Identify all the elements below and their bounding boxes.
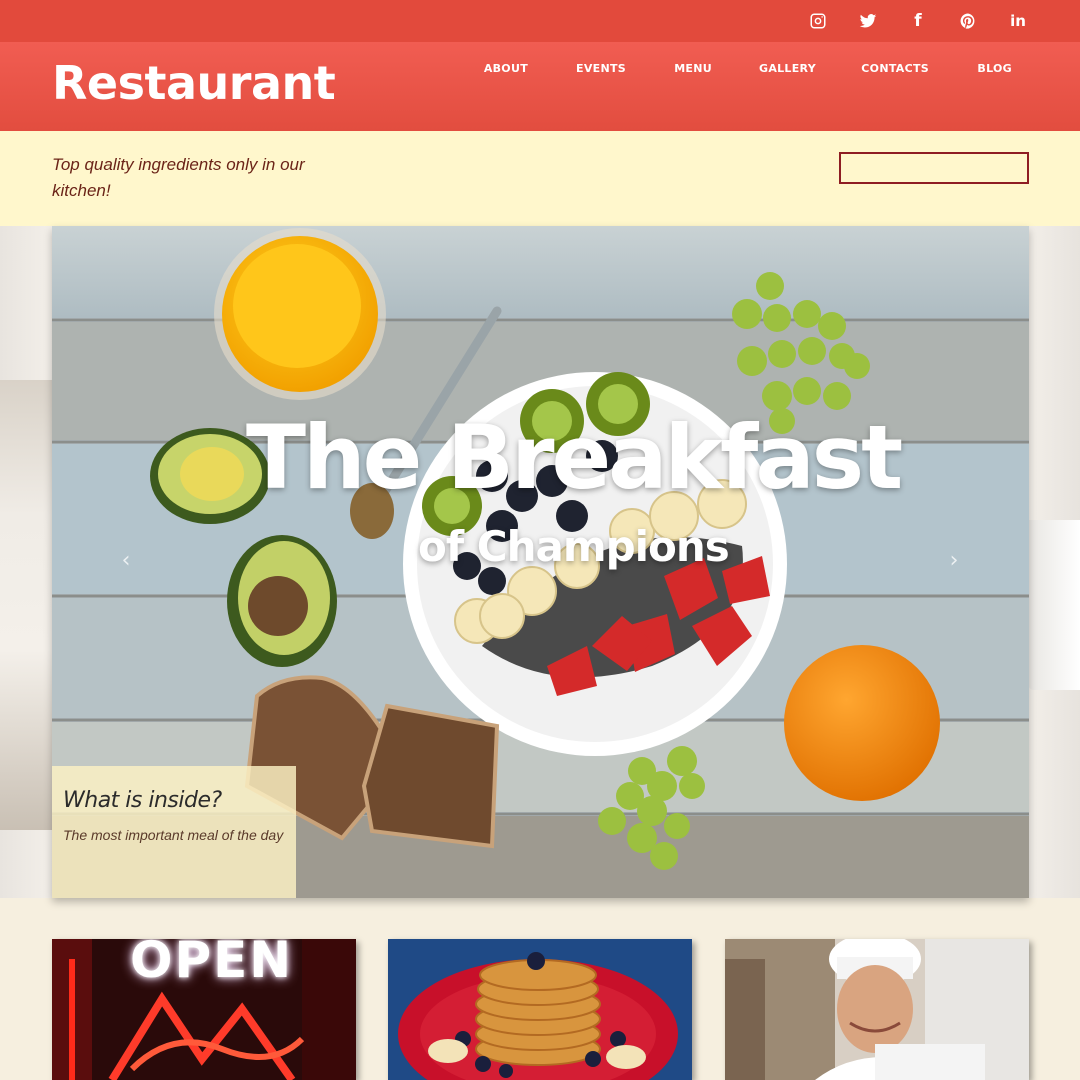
site-logo[interactable]: Restaurant (52, 56, 336, 110)
twitter-icon[interactable] (858, 11, 878, 31)
hero-subtitle: of Champions (418, 522, 730, 571)
card-pancakes[interactable] (388, 939, 692, 1080)
slider-next-arrow-icon[interactable]: › (942, 548, 966, 576)
tagline-band: Top quality ingredients only in our kitc… (0, 131, 1080, 226)
site-header: Restaurant ABOUT EVENTS MENU GALLERY CON… (0, 42, 1080, 131)
nav-item-about[interactable]: ABOUT (484, 62, 528, 75)
linkedin-icon[interactable]: in (1008, 11, 1028, 31)
hero-caption: What is inside? The most important meal … (52, 766, 296, 898)
caption-text: The most important meal of the day (63, 827, 284, 843)
hero-slider[interactable]: The Breakfast of Champions ‹ › What is i… (52, 226, 1029, 898)
tagline-text: Top quality ingredients only in our kitc… (52, 155, 305, 200)
card-chef[interactable] (725, 939, 1029, 1080)
social-links: f in (808, 0, 1028, 42)
hero-side-image-left (0, 380, 52, 830)
pinterest-icon[interactable] (958, 11, 978, 31)
facebook-glyph: f (914, 11, 922, 31)
hero-title: The Breakfast (246, 406, 903, 509)
linkedin-glyph: in (1010, 12, 1026, 30)
chef-photo (725, 939, 1029, 1080)
nav-item-gallery[interactable]: GALLERY (759, 62, 816, 75)
instagram-icon[interactable] (808, 11, 828, 31)
neon-sign-text: OPEN (130, 939, 294, 989)
nav-item-events[interactable]: EVENTS (576, 62, 626, 75)
nav-item-blog[interactable]: BLOG (977, 62, 1012, 75)
social-bar: f in (0, 0, 1080, 42)
nav-item-contacts[interactable]: CONTACTS (861, 62, 929, 75)
search-input[interactable] (839, 152, 1029, 184)
hero-side-image-right (1028, 520, 1080, 690)
card-open-sign[interactable]: OPEN (52, 939, 356, 1080)
slider-prev-arrow-icon[interactable]: ‹ (114, 548, 138, 576)
pancakes-photo (388, 939, 692, 1080)
facebook-icon[interactable]: f (908, 11, 928, 31)
caption-title: What is inside? (63, 788, 222, 813)
nav-item-menu[interactable]: MENU (674, 62, 712, 75)
